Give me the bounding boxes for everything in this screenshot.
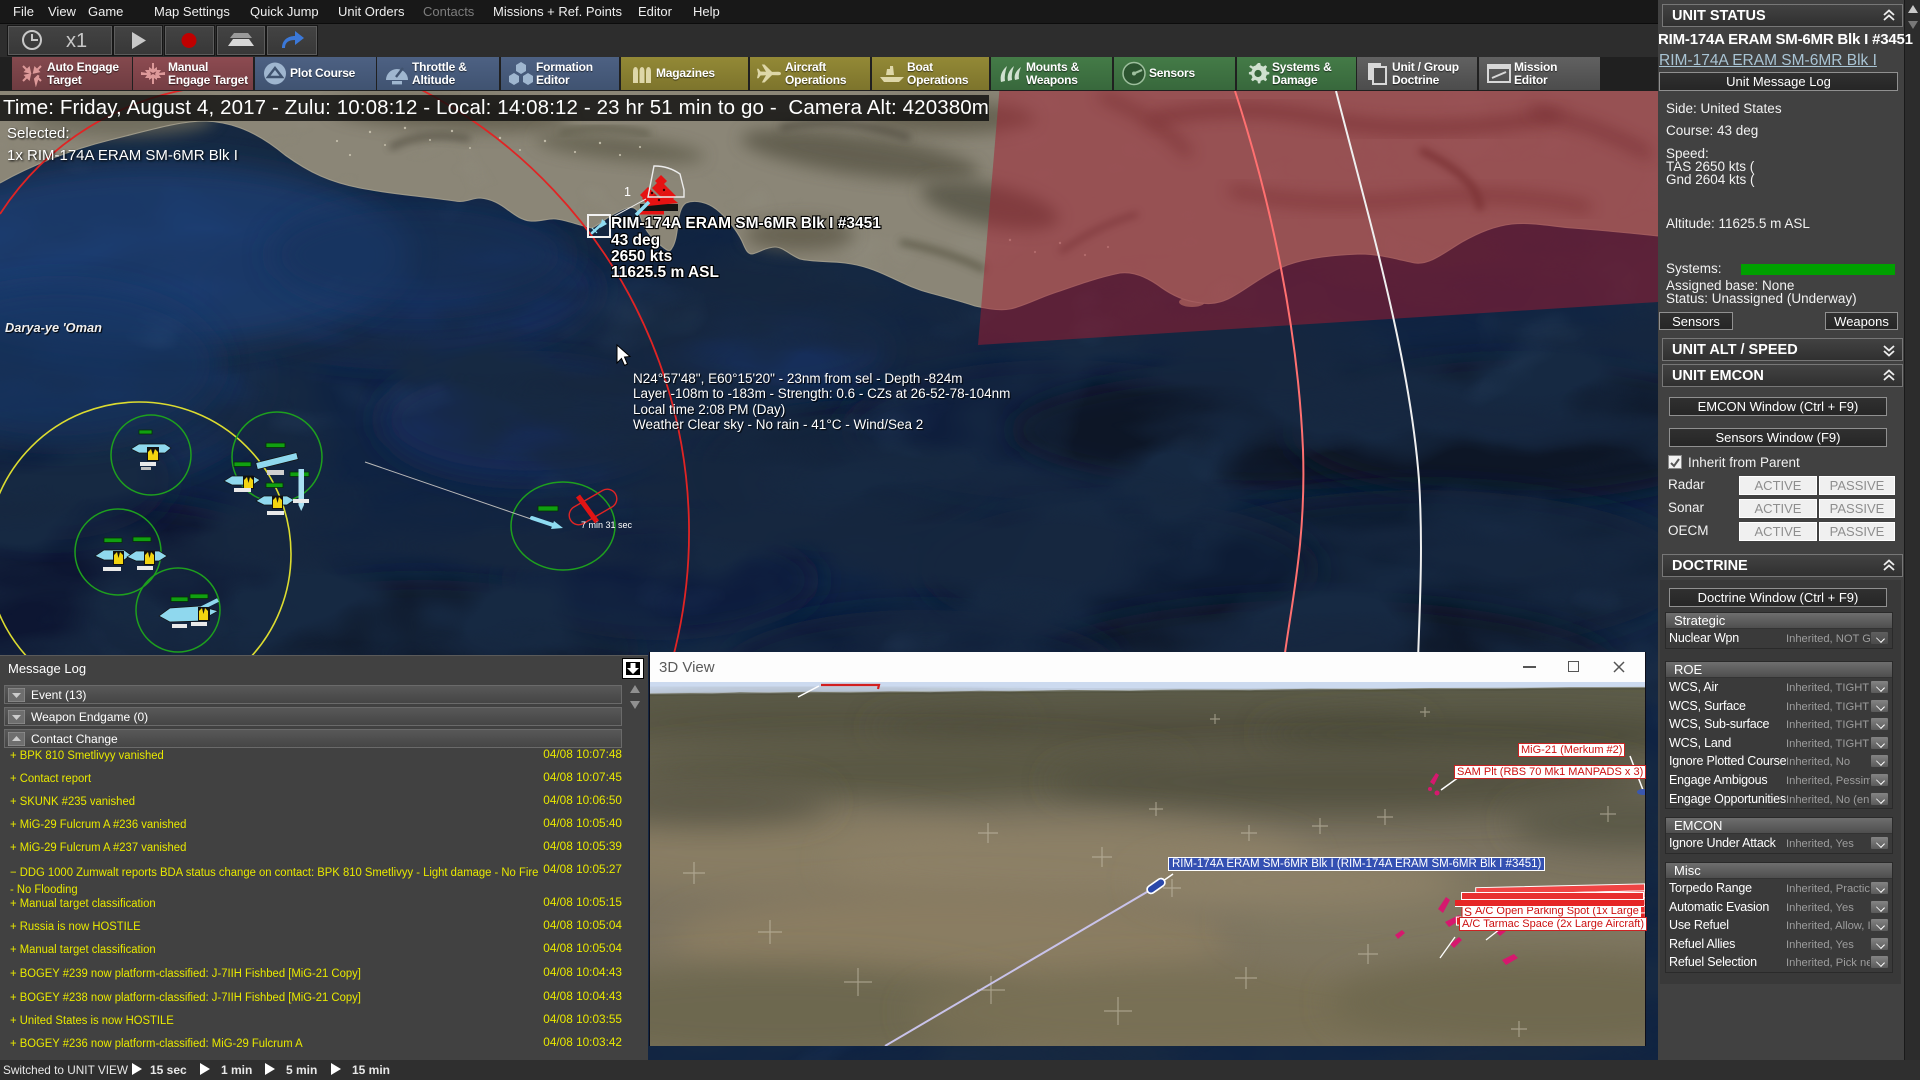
svg-text:2650 kts: 2650 kts [611,248,672,265]
svg-text:11625.5 m ASL: 11625.5 m ASL [611,264,719,281]
svg-text:7 min 31 sec: 7 min 31 sec [581,520,633,530]
svg-text:x1: x1 [66,30,87,52]
svg-text:1: 1 [624,185,631,199]
svg-text:43 deg: 43 deg [611,232,660,249]
svg-text:RIM-174A ERAM SM-6MR Blk I #34: RIM-174A ERAM SM-6MR Blk I #3451 [611,215,881,232]
